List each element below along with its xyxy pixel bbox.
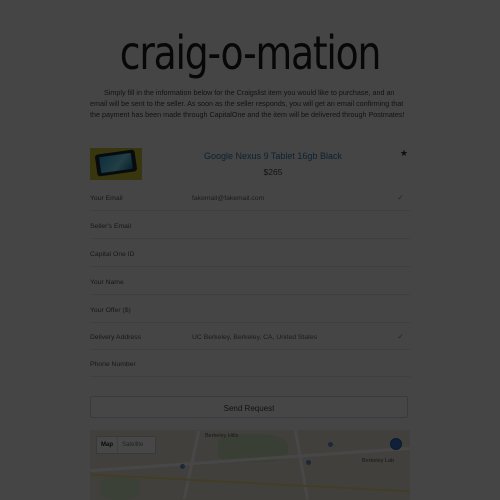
- form-row-your-email[interactable]: Your Email fakemail@fakemail.com ✓: [90, 190, 410, 211]
- product-title[interactable]: Google Nexus 9 Tablet 16gb Black: [148, 151, 398, 161]
- form-row-your-name[interactable]: Your Name: [90, 274, 410, 295]
- map-type-map[interactable]: Map: [97, 437, 117, 453]
- delivery-address-field[interactable]: UC Berkeley, Berkeley, CA, United States: [192, 334, 317, 341]
- logo: craig-o-mation: [119, 26, 382, 80]
- form-row-phone-number[interactable]: Phone Number: [90, 356, 410, 377]
- map-poi-icon: [306, 460, 311, 465]
- map-poi-icon: [328, 442, 333, 447]
- product-row: Google Nexus 9 Tablet 16gb Black $265 ★: [90, 148, 410, 184]
- tablet-image-icon: [94, 149, 138, 177]
- product-price: $265: [263, 167, 283, 177]
- map-pin-icon[interactable]: [390, 438, 402, 450]
- form-row-capital-one-id[interactable]: Capital One ID: [90, 246, 410, 267]
- map-poi-icon: [180, 464, 185, 469]
- your-email-field[interactable]: fakemail@fakemail.com: [192, 195, 264, 202]
- delivery-address-label: Delivery Address: [90, 334, 141, 341]
- send-request-button[interactable]: Send Request: [90, 396, 408, 418]
- capital-one-id-label: Capital One ID: [90, 251, 135, 258]
- map-label: Berkeley Hills: [205, 433, 239, 439]
- your-name-label: Your Name: [90, 279, 124, 286]
- form-row-delivery-address[interactable]: Delivery Address UC Berkeley, Berkeley, …: [90, 329, 410, 350]
- map[interactable]: Berkeley Hills Berkeley Lab Map Satellite: [90, 430, 410, 500]
- your-email-label: Your Email: [90, 195, 123, 202]
- form-row-sellers-email[interactable]: Seller's Email: [90, 218, 410, 239]
- phone-number-label: Phone Number: [90, 361, 136, 368]
- product-thumbnail: [90, 148, 142, 180]
- map-label: Berkeley Lab: [362, 458, 395, 464]
- form-row-your-offer[interactable]: Your Offer ($): [90, 302, 410, 323]
- page: craig-o-mation Simply fill in the inform…: [0, 0, 500, 500]
- your-offer-label: Your Offer ($): [90, 307, 131, 314]
- chevron-down-icon[interactable]: ✓: [397, 332, 404, 341]
- map-type-control[interactable]: Map Satellite: [96, 436, 156, 454]
- star-icon[interactable]: ★: [400, 148, 408, 159]
- map-type-satellite[interactable]: Satellite: [117, 437, 147, 453]
- chevron-down-icon[interactable]: ✓: [397, 193, 404, 202]
- intro-text: Simply fill in the information below for…: [90, 88, 405, 119]
- sellers-email-label: Seller's Email: [90, 223, 131, 230]
